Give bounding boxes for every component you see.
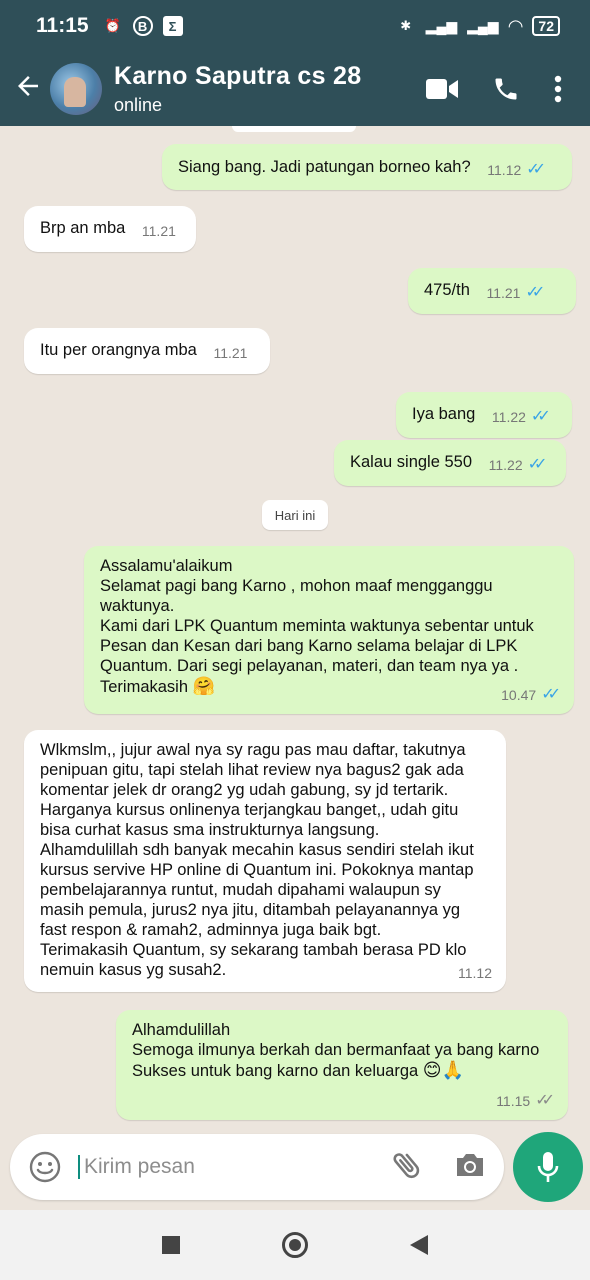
message-text: Siang bang. Jadi patungan borneo kah?: [178, 158, 471, 176]
b-notification-icon: B: [132, 16, 153, 36]
paperclip-icon[interactable]: [390, 1148, 424, 1187]
arrow-left-icon[interactable]: [8, 71, 48, 107]
date-separator: Hari ini: [262, 500, 328, 530]
message-bubble-outgoing[interactable]: Siang bang. Jadi patungan borneo kah? 11…: [162, 144, 572, 190]
message-text: Wlkmslm,, jujur awal nya sy ragu pas mau…: [40, 741, 474, 979]
message-bubble-outgoing[interactable]: Kalau single 550 11.22 ✓✓: [334, 440, 566, 486]
read-ticks-icon: ✓✓: [530, 408, 551, 425]
message-bubble-incoming[interactable]: Brp an mba 11.21: [24, 206, 196, 252]
message-bubble-outgoing[interactable]: Assalamu'alaikum Selamat pagi bang Karno…: [84, 546, 574, 714]
status-bar: 11:15 ⏰ B Σ ✱ ▂▄▆ ▂▄▆ ◠ 72: [0, 0, 590, 52]
contact-name: Karno Saputra cs 28: [114, 62, 362, 90]
message-input[interactable]: Kirim pesan: [78, 1155, 195, 1179]
mic-icon[interactable]: [513, 1132, 583, 1202]
message-bubble-outgoing[interactable]: Alhamdulillah Semoga ilmunya berkah dan …: [116, 1010, 568, 1120]
chat-header: Karno Saputra cs 28 online: [0, 52, 590, 126]
hugging-emoji: 🤗: [192, 676, 216, 696]
contact-info[interactable]: Karno Saputra cs 28 online: [114, 62, 361, 116]
system-nav-bar: [0, 1210, 590, 1280]
message-bubble-outgoing[interactable]: 475/th 11.21 ✓✓: [408, 268, 576, 314]
signal-icon-2: ▂▄▆: [467, 17, 499, 34]
chat-area[interactable]: Siang bang. Jadi patungan borneo kah? 11…: [0, 126, 590, 1210]
message-time: 11.21: [213, 345, 248, 361]
back-triangle-icon[interactable]: [410, 1235, 428, 1255]
battery-indicator: 72: [532, 16, 560, 36]
video-call-icon[interactable]: [426, 78, 458, 100]
message-text: Brp an mba: [40, 219, 126, 237]
home-icon[interactable]: [282, 1232, 308, 1258]
message-bubble-incoming[interactable]: Wlkmslm,, jujur awal nya sy ragu pas mau…: [24, 730, 506, 992]
camera-icon[interactable]: [454, 1151, 486, 1184]
message-time: 11.22: [488, 457, 523, 473]
bluetooth-icon: ✱: [400, 18, 412, 33]
message-time: 11.12: [487, 162, 522, 178]
message-text: Assalamu'alaikum Selamat pagi bang Karno…: [100, 557, 534, 696]
message-time: 11.15: [496, 1093, 531, 1109]
more-vert-icon[interactable]: [554, 75, 562, 103]
message-composer[interactable]: Kirim pesan: [10, 1134, 504, 1200]
sigma-notification-icon: Σ: [162, 16, 183, 36]
message-time: 10.47: [501, 687, 537, 703]
message-time: 11.21: [141, 223, 176, 239]
sent-ticks-icon: ✓✓: [535, 1092, 555, 1109]
signal-icon: ▂▄▆: [425, 17, 458, 34]
top-bar: 11:15 ⏰ B Σ ✱ ▂▄▆ ▂▄▆ ◠ 72 Karno Saputra…: [0, 0, 590, 126]
alarm-icon: ⏰: [104, 18, 121, 33]
read-ticks-icon: ✓✓: [541, 686, 561, 703]
recents-icon[interactable]: [162, 1236, 180, 1254]
message-bubble-outgoing[interactable]: Iya bang 11.22 ✓✓: [396, 392, 572, 438]
message-time: 11.12: [458, 965, 492, 981]
read-ticks-icon: ✓✓: [526, 161, 546, 178]
read-ticks-icon: ✓✓: [527, 456, 548, 473]
read-ticks-icon: ✓✓: [525, 284, 545, 301]
status-time: 11:15: [36, 14, 89, 37]
message-time: 11.21: [486, 285, 521, 301]
message-text: Alhamdulillah Semoga ilmunya berkah dan …: [132, 1021, 540, 1080]
contact-status: online: [114, 95, 163, 115]
message-text: Itu per orangnya mba: [40, 341, 197, 359]
message-time: 11.22: [491, 409, 526, 425]
message-bubble-incoming[interactable]: Itu per orangnya mba 11.21: [24, 328, 270, 374]
emoji-icon[interactable]: [28, 1150, 62, 1184]
smile-pray-emoji: 😊🙏: [422, 1060, 464, 1080]
partial-bubble: [232, 126, 356, 132]
phone-icon[interactable]: [492, 75, 520, 103]
message-text: Iya bang: [412, 405, 476, 423]
wifi-icon: ◠: [508, 15, 523, 36]
message-text: 475/th: [424, 281, 470, 299]
avatar[interactable]: [50, 63, 102, 115]
message-text: Kalau single 550: [350, 453, 473, 471]
